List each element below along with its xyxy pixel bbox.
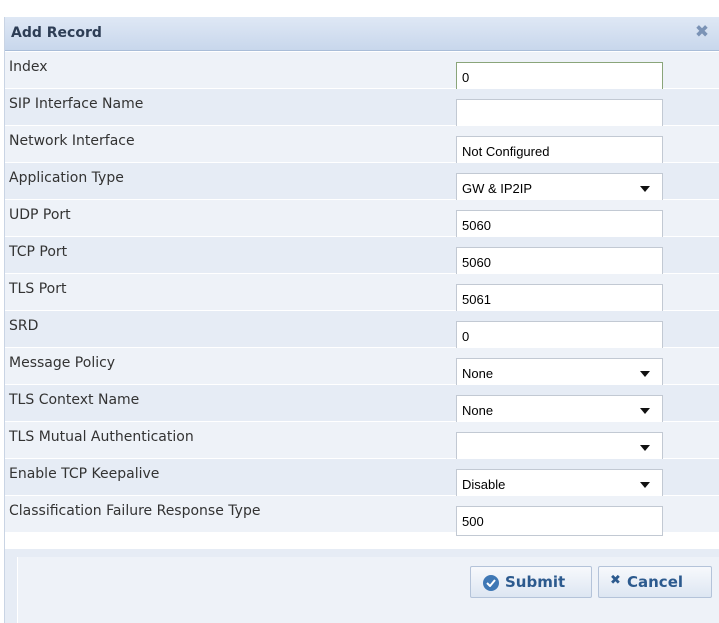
field-label: Network Interface <box>9 133 135 149</box>
x-icon: ✖ <box>610 573 621 588</box>
field-label: TLS Context Name <box>9 392 140 408</box>
field-label: TLS Mutual Authentication <box>9 429 194 445</box>
dialog-title: Add Record <box>11 25 102 41</box>
text-field[interactable]: 5060 <box>456 247 663 277</box>
form-row: Classification Failure Response Type 500 <box>5 496 719 536</box>
dropdown-arrow-icon <box>640 371 650 377</box>
field-label: Index <box>9 59 48 75</box>
select-field[interactable]: Disable <box>456 469 663 499</box>
submit-button[interactable]: Submit <box>470 566 592 598</box>
form-row: SIP Interface Name <box>5 89 719 129</box>
form-row: TLS Context Name None <box>5 385 719 425</box>
select-field[interactable] <box>456 432 663 462</box>
form-row: TLS Port 5061 <box>5 274 719 314</box>
field-label: TLS Port <box>9 281 67 297</box>
select-field[interactable]: GW & IP2IP <box>456 173 663 203</box>
check-circle-icon <box>483 575 499 591</box>
text-field[interactable]: 0 <box>456 62 663 92</box>
form-row: SRD 0 <box>5 311 719 351</box>
field-value: 0 <box>462 329 470 344</box>
field-label: Enable TCP Keepalive <box>9 466 160 482</box>
form-row: Message Policy None <box>5 348 719 388</box>
field-label: Application Type <box>9 170 124 186</box>
field-label: UDP Port <box>9 207 71 223</box>
dropdown-arrow-icon <box>640 445 650 451</box>
field-value: GW & IP2IP <box>462 181 533 196</box>
form-row: UDP Port 5060 <box>5 200 719 240</box>
field-label: SRD <box>9 318 39 334</box>
field-value: 5060 <box>462 218 491 233</box>
cancel-label: Cancel <box>627 573 684 591</box>
field-value: 5060 <box>462 255 491 270</box>
field-value: 500 <box>462 514 484 529</box>
form-row: Network Interface Not Configured <box>5 126 719 166</box>
cancel-button[interactable]: ✖ Cancel <box>598 566 712 598</box>
field-label: Classification Failure Response Type <box>9 503 261 519</box>
submit-label: Submit <box>505 573 566 591</box>
close-icon[interactable]: ✖ <box>693 23 711 41</box>
field-value: Not Configured <box>462 144 550 159</box>
dialog-titlebar: Add Record ✖ <box>5 17 719 51</box>
field-value: None <box>462 366 494 381</box>
text-field[interactable]: 5060 <box>456 210 663 240</box>
field-value: None <box>462 403 494 418</box>
text-field[interactable] <box>456 99 663 129</box>
text-field[interactable]: 5061 <box>456 284 663 314</box>
field-value: 0 <box>462 70 470 85</box>
field-label: SIP Interface Name <box>9 96 144 112</box>
field-label: TCP Port <box>9 244 68 260</box>
text-field[interactable]: 500 <box>456 506 663 536</box>
field-label: Message Policy <box>9 355 116 371</box>
form-row: Enable TCP Keepalive Disable <box>5 459 719 499</box>
top-strip <box>0 0 719 14</box>
select-field[interactable]: None <box>456 395 663 425</box>
field-value: Disable <box>462 477 506 492</box>
form-row: TLS Mutual Authentication <box>5 422 719 462</box>
form-row: Index 0 <box>5 52 719 92</box>
add-record-dialog: Add Record ✖ Index 0 SIP Interface Name Net… <box>4 17 719 623</box>
form-rows: Index 0 SIP Interface Name Network Interfac… <box>5 52 719 536</box>
form-footer-bottom-panel <box>17 599 719 623</box>
field-value: 5061 <box>462 292 491 307</box>
form-row: TCP Port 5060 <box>5 237 719 277</box>
text-field[interactable]: Not Configured <box>456 136 663 166</box>
dropdown-arrow-icon <box>640 186 650 192</box>
text-field[interactable]: 0 <box>456 321 663 351</box>
form-row: Application Type GW & IP2IP <box>5 163 719 203</box>
select-field[interactable]: None <box>456 358 663 388</box>
dropdown-arrow-icon <box>640 408 650 414</box>
form-footer-bottom <box>5 599 719 623</box>
dropdown-arrow-icon <box>640 482 650 488</box>
